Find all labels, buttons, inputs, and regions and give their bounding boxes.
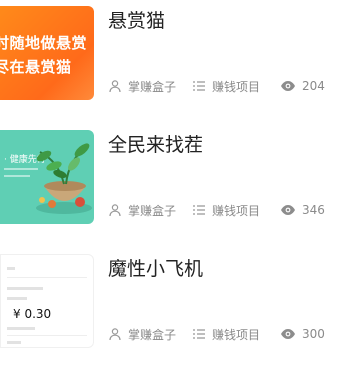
- thumbnail-decor: [7, 327, 35, 330]
- eye-icon: [281, 329, 295, 339]
- user-icon: [109, 204, 121, 217]
- view-count-label: 204: [302, 79, 325, 93]
- promo-text-line1: 时随地做悬赏: [0, 34, 88, 52]
- list-icon: [193, 81, 205, 91]
- category-label: 赚钱项目: [212, 327, 261, 342]
- user-icon: [109, 328, 121, 341]
- promo-text-line2: 尽在悬赏猫: [0, 58, 72, 76]
- author-label: 掌赚盒子: [128, 203, 177, 218]
- thumbnail-decor: [7, 287, 43, 290]
- thumbnail-image[interactable]: 时随地做悬赏 尽在悬赏猫: [0, 6, 94, 100]
- thumbnail-decor: [7, 341, 21, 344]
- view-count: 300: [280, 326, 325, 342]
- thumbnail-divider: [7, 277, 87, 278]
- category[interactable]: 赚钱项目: [192, 202, 260, 218]
- list-item[interactable]: ¥ 0.30 魔性小飞机 掌赚盒子 赚钱项目 300: [0, 248, 360, 368]
- item-meta: 掌赚盒子 赚钱项目 300: [108, 324, 348, 344]
- author[interactable]: 掌赚盒子: [108, 326, 176, 342]
- receipt-amount: ¥ 0.30: [13, 307, 52, 321]
- list-item[interactable]: 时随地做悬赏 尽在悬赏猫 悬赏猫 掌赚盒子 赚钱项目 204: [0, 0, 360, 120]
- eye-icon: [281, 205, 295, 215]
- thumbnail-decor: [7, 267, 15, 270]
- eye-icon: [281, 81, 295, 91]
- thumbnail-decor: [7, 297, 27, 300]
- list-item[interactable]: · 健康先行 全民来找茬 掌赚盒子 赚钱项目 346: [0, 124, 360, 244]
- category-label: 赚钱项目: [212, 79, 261, 94]
- thumbnail-divider: [7, 335, 87, 336]
- herb-bowl-illustration: [36, 143, 92, 214]
- author-label: 掌赚盒子: [128, 327, 177, 342]
- item-title[interactable]: 悬赏猫: [108, 6, 165, 33]
- list-icon: [193, 329, 205, 339]
- category[interactable]: 赚钱项目: [192, 326, 260, 342]
- item-title[interactable]: 魔性小飞机: [108, 254, 203, 281]
- thumbnail-image[interactable]: · 健康先行: [0, 130, 94, 224]
- thumbnail-decor: [4, 175, 30, 177]
- author-label: 掌赚盒子: [128, 79, 177, 94]
- item-meta: 掌赚盒子 赚钱项目 346: [108, 200, 348, 220]
- item-title[interactable]: 全民来找茬: [108, 130, 203, 157]
- category[interactable]: 赚钱项目: [192, 78, 260, 94]
- category-label: 赚钱项目: [212, 203, 261, 218]
- user-icon: [109, 80, 121, 93]
- view-count-label: 300: [302, 327, 325, 341]
- view-count: 204: [280, 78, 325, 94]
- thumbnail-image[interactable]: ¥ 0.30: [0, 254, 94, 348]
- author[interactable]: 掌赚盒子: [108, 78, 176, 94]
- item-meta: 掌赚盒子 赚钱项目 204: [108, 76, 348, 96]
- author[interactable]: 掌赚盒子: [108, 202, 176, 218]
- view-count: 346: [280, 202, 325, 218]
- list-icon: [193, 205, 205, 215]
- view-count-label: 346: [302, 203, 325, 217]
